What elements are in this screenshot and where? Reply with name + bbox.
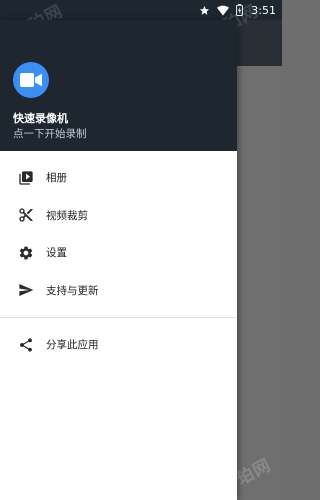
video-library-icon (17, 169, 35, 187)
share-icon (17, 336, 35, 354)
menu-item-gallery[interactable]: 相册 (0, 159, 237, 197)
menu-item-label: 分享此应用 (46, 339, 99, 352)
send-icon (17, 281, 35, 299)
scissors-icon (17, 206, 35, 224)
drawer-menu: 相册 视频裁剪 设置 支持与更新 分享此应用 (0, 151, 237, 364)
screen: 3:51 奇珀网 奇珀网 奇珀网 快速录像机 点一下开始录制 相册 (0, 0, 282, 500)
navigation-drawer: 快速录像机 点一下开始录制 相册 视频裁剪 设置 支持与更新 分享此应用 (0, 20, 237, 500)
app-subtitle: 点一下开始录制 (13, 128, 87, 140)
menu-item-label: 支持与更新 (46, 284, 99, 297)
drawer-header: 快速录像机 点一下开始录制 (0, 20, 237, 151)
star-icon (199, 5, 210, 16)
app-name: 快速录像机 (13, 112, 68, 125)
menu-item-label: 相册 (46, 172, 67, 185)
menu-item-settings[interactable]: 设置 (0, 234, 237, 272)
menu-item-video-trim[interactable]: 视频裁剪 (0, 197, 237, 235)
video-camera-icon (13, 62, 49, 98)
menu-item-support-updates[interactable]: 支持与更新 (0, 272, 237, 310)
menu-item-label: 视频裁剪 (46, 209, 88, 222)
menu-item-share-app[interactable]: 分享此应用 (0, 326, 237, 364)
divider (0, 317, 237, 318)
menu-item-label: 设置 (46, 247, 67, 260)
gear-icon (17, 244, 35, 262)
